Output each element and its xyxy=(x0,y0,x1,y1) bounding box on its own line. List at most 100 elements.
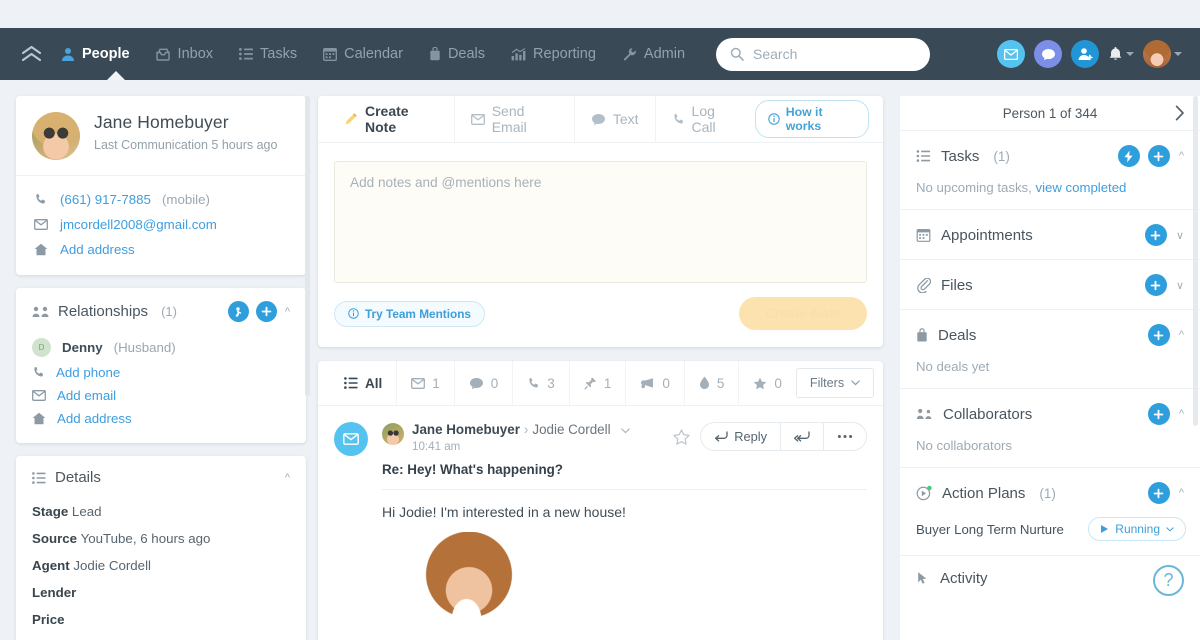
phone-value[interactable]: (661) 917-7885 xyxy=(60,192,151,207)
nav-item-deals[interactable]: Deals xyxy=(416,28,498,80)
stream-tab-notes[interactable]: 1 xyxy=(570,360,627,406)
contact-address[interactable]: Add address xyxy=(32,237,290,262)
reply-button[interactable]: Reply xyxy=(701,423,781,450)
star-outline-icon[interactable] xyxy=(673,428,690,445)
chevron-down-icon[interactable] xyxy=(621,422,631,437)
add-user-icon[interactable] xyxy=(1071,40,1099,68)
chevron-right-icon[interactable] xyxy=(1175,105,1185,121)
action-plan-status-badge[interactable]: Running xyxy=(1088,517,1186,541)
chevron-up-icon[interactable]: ^ xyxy=(1178,408,1186,420)
stream-tab-all[interactable]: All xyxy=(332,360,398,406)
filters-button[interactable]: Filters xyxy=(795,368,875,398)
right-scrollbar[interactable] xyxy=(1193,96,1198,616)
appointments-header[interactable]: Appointments ∨ xyxy=(900,210,1200,259)
star-icon xyxy=(753,377,767,390)
add-relationship-button[interactable] xyxy=(255,301,277,322)
stream-tab-calls[interactable]: 3 xyxy=(513,360,570,406)
bell-icon[interactable] xyxy=(1108,46,1134,62)
chevron-up-icon[interactable]: ^ xyxy=(284,306,292,318)
add-phone-link[interactable]: Add phone xyxy=(56,365,120,380)
chevron-up-icon[interactable]: ^ xyxy=(1178,150,1186,162)
try-team-mentions-button[interactable]: Try Team Mentions xyxy=(334,300,485,327)
nav-item-people[interactable]: People xyxy=(48,28,143,80)
page-title: Jane Homebuyer xyxy=(94,112,229,132)
stream-tab-visits[interactable]: 5 xyxy=(685,360,740,406)
add-deal-button[interactable] xyxy=(1147,324,1170,346)
relationship-add-address[interactable]: Add address xyxy=(32,407,290,430)
team-mentions-label: Try Team Mentions xyxy=(365,306,471,321)
tab-create-note[interactable]: Create Note xyxy=(332,95,455,143)
add-collaborator-button[interactable] xyxy=(1147,403,1170,425)
message-timestamp: 10:41 am xyxy=(412,440,461,453)
detail-row-lender: Lender xyxy=(32,579,290,606)
email-icon xyxy=(411,377,426,389)
top-navigation-bar: People Inbox Tasks Calendar Deals Report… xyxy=(0,28,1200,80)
stream-message: Jane Homebuyer›Jodie Cordell 10:41 am xyxy=(318,406,883,640)
double-chevron-up-icon[interactable] xyxy=(14,45,48,64)
add-address-link[interactable]: Add address xyxy=(57,411,132,426)
message-embedded-image xyxy=(408,532,530,640)
question-mark-icon[interactable]: ? xyxy=(1153,565,1184,596)
how-it-works-button[interactable]: How it works xyxy=(754,100,869,138)
right-sidebar: Person 1 of 344 Tasks (1) ^ No upcoming … xyxy=(900,96,1200,640)
add-email-link[interactable]: Add email xyxy=(57,388,116,403)
tab-text[interactable]: Text xyxy=(575,95,656,143)
stream-tab-emails[interactable]: 1 xyxy=(397,360,455,406)
chat-icon[interactable] xyxy=(1034,40,1062,68)
nav-item-calendar[interactable]: Calendar xyxy=(310,28,416,80)
relationship-add-email[interactable]: Add email xyxy=(32,384,290,407)
user-menu[interactable] xyxy=(1143,40,1182,68)
people-group-icon xyxy=(916,407,933,421)
relationship-person[interactable]: D Denny (Husband) xyxy=(32,334,290,361)
add-action-plan-button[interactable] xyxy=(1147,482,1170,504)
tab-log-call[interactable]: Log Call xyxy=(656,96,755,143)
mail-icon[interactable] xyxy=(997,40,1025,68)
create-note-button[interactable]: Create Note xyxy=(739,297,867,330)
section-count: (1) xyxy=(161,304,177,319)
chevron-down-icon[interactable]: ∨ xyxy=(1175,229,1186,242)
reply-all-button[interactable] xyxy=(781,423,824,450)
stream-tab-texts[interactable]: 0 xyxy=(455,360,514,406)
search-input[interactable]: Search xyxy=(716,37,931,71)
briefcase-icon xyxy=(429,47,441,61)
person-sidebar: Jane Homebuyer Last Communication 5 hour… xyxy=(16,96,306,640)
stream-tab-label: All xyxy=(365,375,383,391)
note-input[interactable]: Add notes and @mentions here xyxy=(334,161,867,283)
chevron-up-icon[interactable]: ^ xyxy=(1178,487,1186,499)
calendar-icon xyxy=(323,47,338,61)
link-relationship-button[interactable] xyxy=(227,301,249,322)
nav-item-tasks[interactable]: Tasks xyxy=(226,28,310,80)
quick-task-bolt-button[interactable] xyxy=(1117,145,1140,167)
nav-item-inbox[interactable]: Inbox xyxy=(143,28,226,80)
stream-tab-starred[interactable]: 0 xyxy=(739,361,796,406)
chevron-up-icon[interactable]: ^ xyxy=(1178,329,1186,341)
left-scrollbar[interactable] xyxy=(305,96,310,640)
stream-tab-announcements[interactable]: 0 xyxy=(626,360,685,406)
tab-send-email[interactable]: Send Email xyxy=(455,95,575,143)
files-header[interactable]: Files ∨ xyxy=(900,260,1200,309)
play-icon xyxy=(1100,524,1109,534)
relationship-add-phone[interactable]: Add phone xyxy=(32,361,290,384)
chevron-down-icon xyxy=(1174,52,1182,56)
megaphone-icon xyxy=(640,377,655,389)
chevron-down-icon[interactable]: ∨ xyxy=(1175,279,1186,292)
contact-phone[interactable]: (661) 917-7885 (mobile) xyxy=(32,187,290,212)
nav-item-admin[interactable]: Admin xyxy=(609,28,698,80)
composer-card: Create Note Send Email Text Log Call How… xyxy=(318,95,883,347)
contact-info: (661) 917-7885 (mobile) jmcordell2008@gm… xyxy=(16,176,306,275)
section-title: Files xyxy=(941,276,973,294)
add-file-button[interactable] xyxy=(1144,274,1167,296)
view-completed-link[interactable]: view completed xyxy=(1035,180,1126,195)
add-appointment-button[interactable] xyxy=(1144,224,1167,246)
nav-item-reporting[interactable]: Reporting xyxy=(498,28,609,80)
email-icon xyxy=(334,422,368,456)
more-options-button[interactable] xyxy=(824,423,866,450)
add-address-link[interactable]: Add address xyxy=(60,242,135,257)
email-value[interactable]: jmcordell2008@gmail.com xyxy=(60,217,217,232)
chevron-up-icon[interactable]: ^ xyxy=(284,472,292,484)
section-title: Details xyxy=(55,469,101,486)
contact-email[interactable]: jmcordell2008@gmail.com xyxy=(32,212,290,237)
collaborators-header: Collaborators ^ xyxy=(900,389,1200,438)
add-task-button[interactable] xyxy=(1147,145,1170,167)
play-circle-icon xyxy=(916,485,932,501)
